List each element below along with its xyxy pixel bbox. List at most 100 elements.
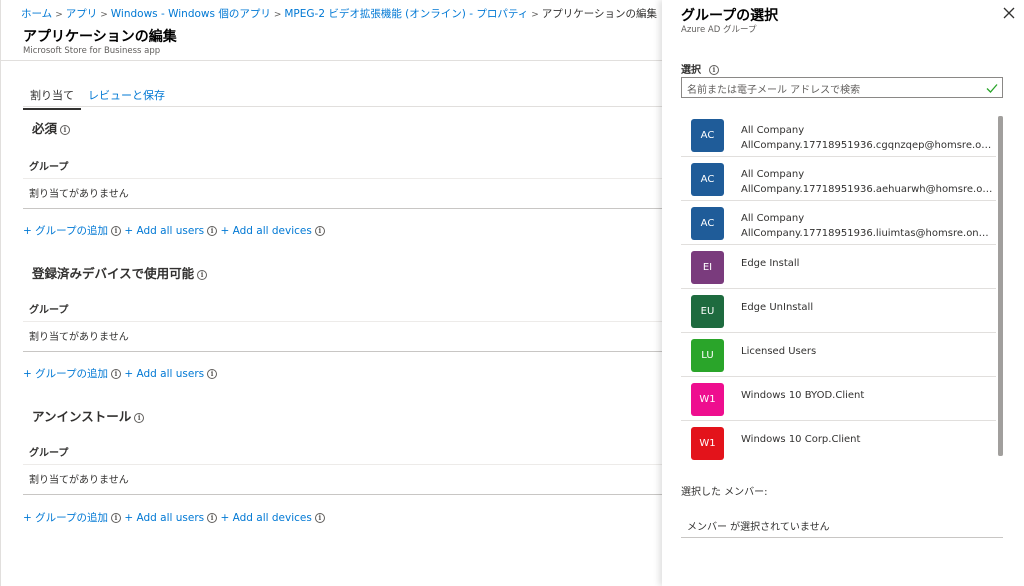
add-all-users-link[interactable]: + Add all users <box>124 512 204 524</box>
check-icon <box>986 84 998 93</box>
info-icon[interactable]: i <box>197 270 208 280</box>
info-icon[interactable]: i <box>111 369 122 379</box>
group-email: AllCompany.17718951936.aehuarwh@homsre.o… <box>741 184 996 195</box>
section-title: 登録済みデバイスで使用可能 i <box>32 263 662 282</box>
info-icon[interactable]: i <box>207 369 218 379</box>
section-title-text: 必須 <box>32 121 58 136</box>
divider <box>23 178 662 179</box>
breadcrumb-windows-apps[interactable]: Windows - Windows 個のアプリ <box>111 8 271 20</box>
info-icon[interactable]: i <box>314 226 325 236</box>
group-list-item[interactable]: AC All Company AllCompany.17718951936.cg… <box>681 113 996 157</box>
group-name: Windows 10 BYOD.Client <box>741 390 865 401</box>
divider <box>23 106 662 107</box>
page-title: アプリケーションの編集 <box>23 29 177 45</box>
divider <box>23 321 662 322</box>
section-available-enrolled: 登録済みデバイスで使用可能 i グループ 割り当てがありません + グループの追加… <box>23 263 662 388</box>
group-avatar: W1 <box>691 383 724 416</box>
group-avatar: LU <box>691 339 724 372</box>
group-list-item[interactable]: EU Edge UnInstall <box>681 289 996 333</box>
group-list-item[interactable]: W1 Windows 10 Corp.Client <box>681 421 996 462</box>
scrollbar[interactable] <box>998 116 1003 456</box>
section-uninstall: アンインストール i グループ 割り当てがありません + グループの追加 i + A… <box>23 406 662 531</box>
info-icon[interactable]: i <box>111 226 122 236</box>
breadcrumb-app-properties[interactable]: MPEG-2 ビデオ拡張機能 (オンライン) - プロパティ <box>284 8 528 20</box>
info-icon[interactable]: i <box>60 125 71 135</box>
group-avatar: AC <box>691 163 724 196</box>
page-subtitle: Microsoft Store for Business app <box>23 46 161 56</box>
divider <box>1 60 662 61</box>
group-avatar: AC <box>691 207 724 240</box>
section-title-text: アンインストール <box>32 409 132 424</box>
edit-application-pane: ホーム > アプリ > Windows - Windows 個のアプリ > MPEG-2 ビ… <box>0 0 662 586</box>
group-avatar: EI <box>691 251 724 284</box>
breadcrumb-current: アプリケーションの編集 <box>541 8 658 20</box>
group-avatar: EU <box>691 295 724 328</box>
group-list-item[interactable]: AC All Company AllCompany.17718951936.li… <box>681 201 996 245</box>
add-group-link[interactable]: + グループの追加 <box>23 225 108 237</box>
add-all-users-link[interactable]: + Add all users <box>124 368 204 380</box>
no-assignments-text: 割り当てがありません <box>29 332 129 343</box>
add-all-devices-link[interactable]: + Add all devices <box>220 512 311 524</box>
no-assignments-text: 割り当てがありません <box>29 189 129 200</box>
info-icon[interactable]: i <box>709 65 719 75</box>
section-required: 必須 i グループ 割り当てがありません + グループの追加 i + Add all… <box>23 118 662 243</box>
select-label-text: 選択 <box>681 65 701 76</box>
info-icon[interactable]: i <box>207 226 218 236</box>
info-icon[interactable]: i <box>134 413 145 423</box>
blade-subtitle: Azure AD グループ <box>681 25 757 35</box>
search-field <box>681 77 1003 100</box>
group-avatar: W1 <box>691 427 724 460</box>
divider <box>23 208 662 209</box>
section-actions: + グループの追加 i + Add all users i + Add all de… <box>23 223 325 238</box>
group-avatar: AC <box>691 119 724 152</box>
group-list-item[interactable]: EI Edge Install <box>681 245 996 289</box>
selected-members-label: 選択した メンバー: <box>681 487 768 498</box>
group-list-item[interactable]: LU Licensed Users <box>681 333 996 377</box>
add-all-devices-link[interactable]: + Add all devices <box>220 225 311 237</box>
section-title: 必須 i <box>32 118 662 137</box>
info-icon[interactable]: i <box>111 513 122 523</box>
group-email: AllCompany.17718951936.cgqnzqep@homsre.o… <box>741 140 996 151</box>
group-column-header: グループ <box>29 162 69 173</box>
select-label: 選択 i <box>681 61 719 76</box>
info-icon[interactable]: i <box>314 513 325 523</box>
blade-title: グループの選択 <box>681 8 779 24</box>
group-list-item[interactable]: AC All Company AllCompany.17718951936.ae… <box>681 157 996 201</box>
group-name: Edge Install <box>741 258 800 269</box>
divider <box>23 494 662 495</box>
search-input[interactable] <box>682 81 972 100</box>
divider <box>23 464 662 465</box>
breadcrumb-apps[interactable]: アプリ <box>66 8 98 20</box>
group-name: All Company <box>741 169 805 180</box>
group-name: Windows 10 Corp.Client <box>741 434 861 445</box>
chevron-right-icon: > <box>531 10 539 20</box>
divider <box>23 351 662 352</box>
info-icon[interactable]: i <box>207 513 218 523</box>
scrollbar-thumb[interactable] <box>998 116 1003 456</box>
chevron-right-icon: > <box>100 10 108 20</box>
no-assignments-text: 割り当てがありません <box>29 475 129 486</box>
group-email: AllCompany.17718951936.liuimtas@homsre.o… <box>741 228 996 239</box>
group-name: Edge UnInstall <box>741 302 814 313</box>
section-actions: + グループの追加 i + Add all users i + Add all de… <box>23 510 325 525</box>
section-title-text: 登録済みデバイスで使用可能 <box>32 266 195 281</box>
group-name: All Company <box>741 213 805 224</box>
group-column-header: グループ <box>29 305 69 316</box>
add-group-link[interactable]: + グループの追加 <box>23 512 108 524</box>
breadcrumb-home[interactable]: ホーム <box>21 8 52 20</box>
add-group-link[interactable]: + グループの追加 <box>23 368 108 380</box>
group-name: Licensed Users <box>741 346 817 357</box>
group-list: AC All Company AllCompany.17718951936.cg… <box>681 113 996 462</box>
group-name: All Company <box>741 125 805 136</box>
add-all-users-link[interactable]: + Add all users <box>124 225 204 237</box>
section-title: アンインストール i <box>32 406 662 425</box>
select-groups-blade: グループの選択 Azure AD グループ 選択 i AC All Company… <box>662 0 1024 586</box>
no-members-selected-text: メンバー が選択されていません <box>681 512 1003 538</box>
close-icon[interactable] <box>1002 6 1016 20</box>
group-column-header: グループ <box>29 448 69 459</box>
chevron-right-icon: > <box>55 10 63 20</box>
breadcrumb: ホーム > アプリ > Windows - Windows 個のアプリ > MPEG-2 ビ… <box>21 6 657 21</box>
group-list-item[interactable]: W1 Windows 10 BYOD.Client <box>681 377 996 421</box>
chevron-right-icon: > <box>273 10 282 20</box>
section-actions: + グループの追加 i + Add all users i <box>23 366 218 381</box>
